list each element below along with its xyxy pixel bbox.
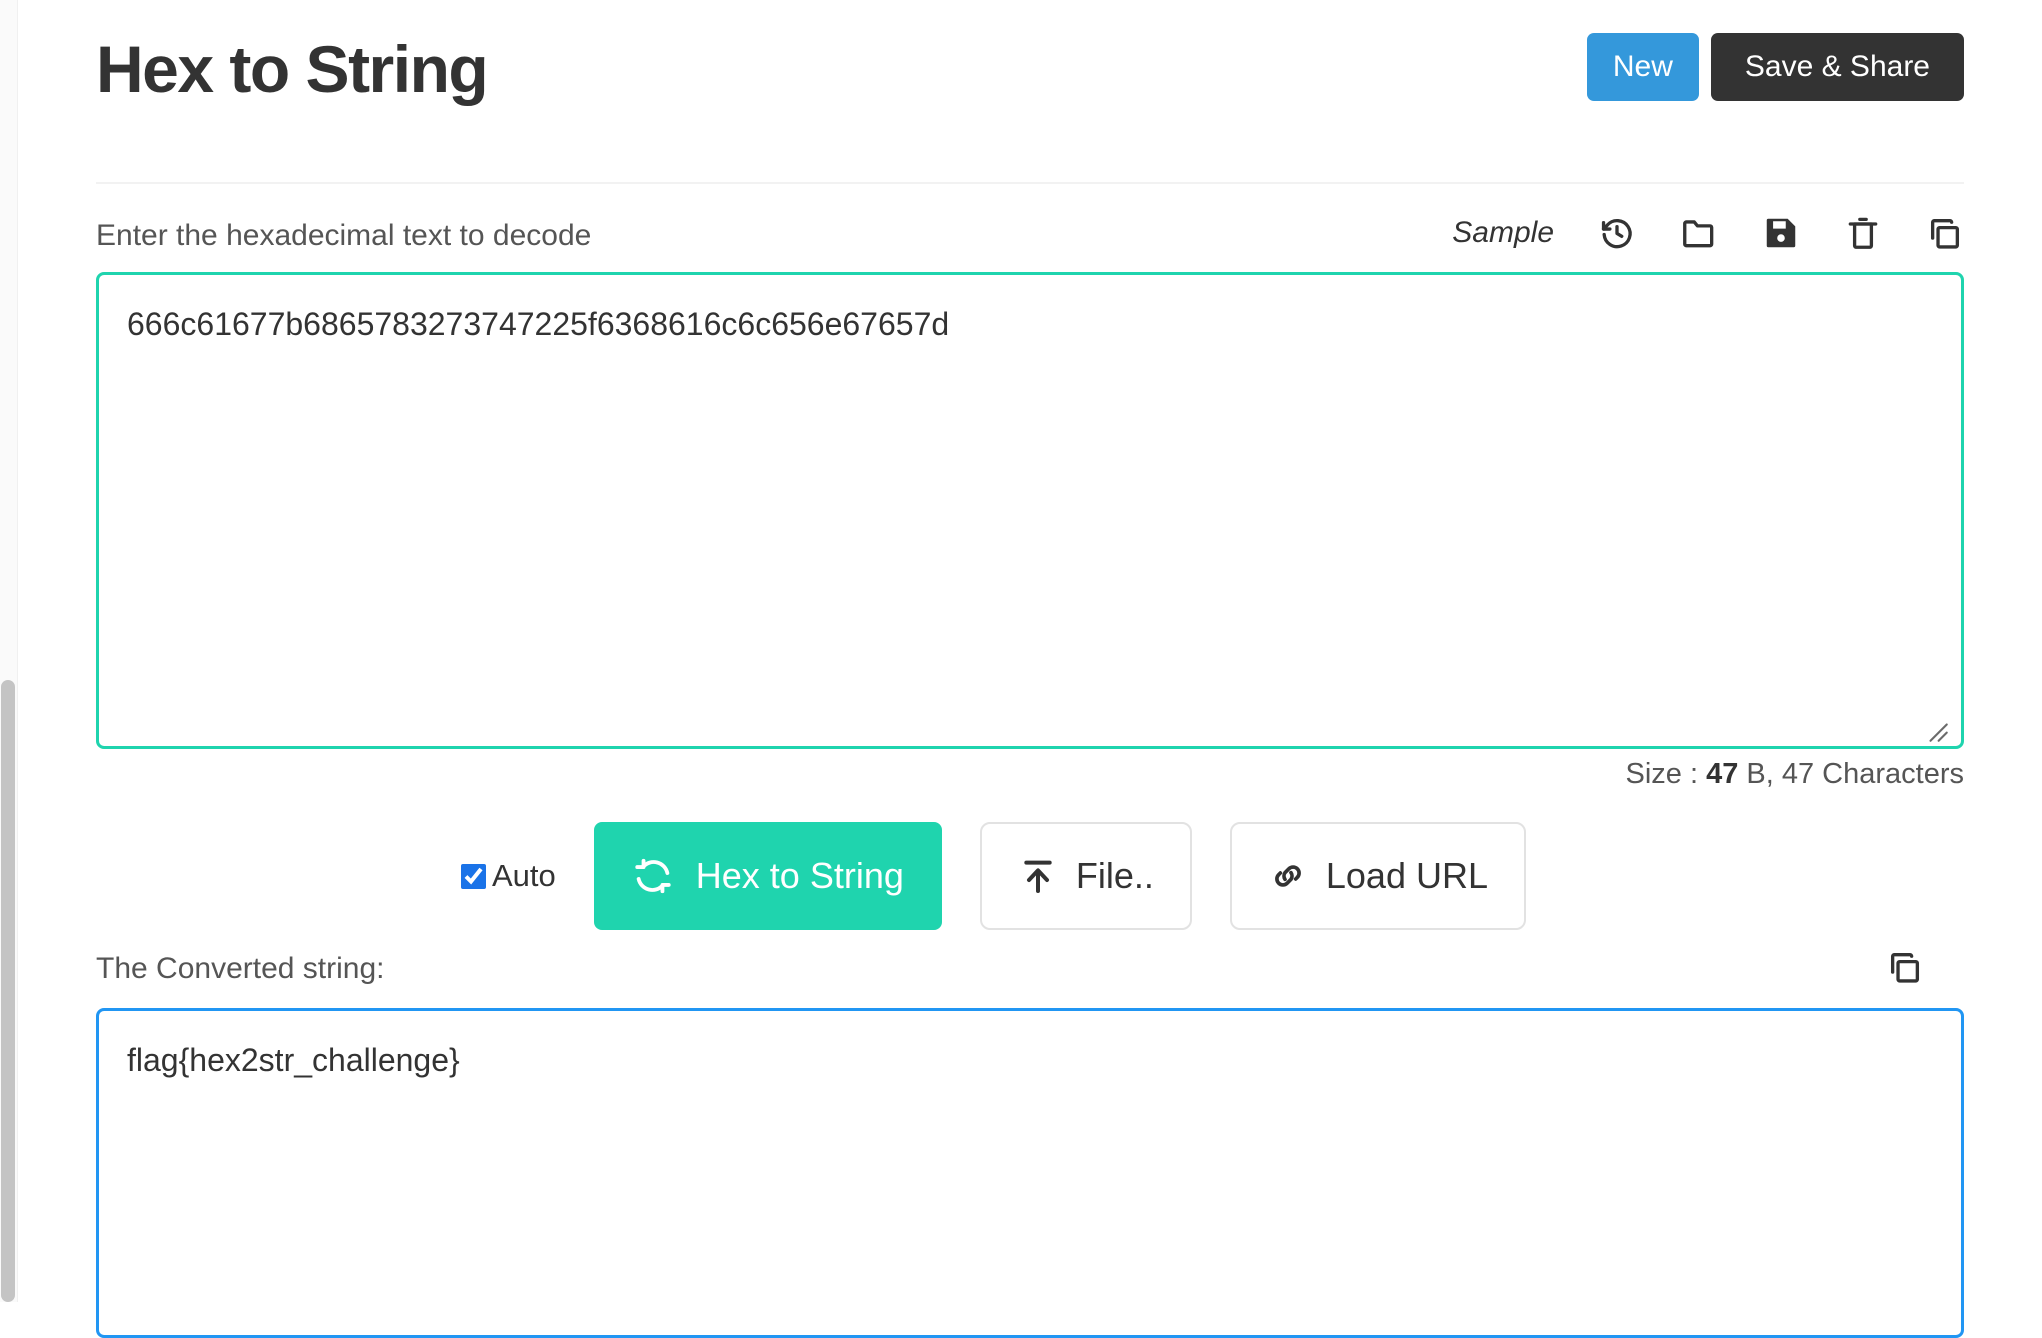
action-buttons-row: Auto Hex to String File.. Load URL bbox=[96, 822, 1964, 930]
size-prefix: Size : bbox=[1625, 758, 1707, 790]
size-suffix: B, 47 Characters bbox=[1738, 758, 1964, 790]
page-title: Hex to String bbox=[96, 32, 489, 106]
output-label: The Converted string: bbox=[96, 952, 385, 985]
file-button-label: File.. bbox=[1075, 855, 1154, 896]
header-actions: New Save & Share bbox=[1586, 33, 1964, 101]
save-and-share-button[interactable]: Save & Share bbox=[1710, 33, 1964, 101]
header-divider bbox=[96, 182, 1964, 184]
scrollbar-thumb[interactable] bbox=[1, 680, 15, 1302]
new-button[interactable]: New bbox=[1586, 33, 1699, 101]
output-copy-icon[interactable] bbox=[1886, 948, 1924, 986]
copy-icon[interactable] bbox=[1926, 214, 1964, 252]
input-toolbar-icons: Sample bbox=[1452, 214, 1964, 252]
auto-checkbox[interactable] bbox=[461, 863, 486, 889]
input-label: Enter the hexadecimal text to decode bbox=[96, 219, 592, 252]
file-upload-button[interactable]: File.. bbox=[979, 822, 1192, 930]
trash-icon[interactable] bbox=[1844, 214, 1882, 252]
convert-button-label: Hex to String bbox=[695, 855, 904, 896]
hex-input-textarea[interactable] bbox=[96, 272, 1964, 749]
load-url-button[interactable]: Load URL bbox=[1229, 822, 1526, 930]
link-icon bbox=[1268, 856, 1308, 896]
size-value: 47 bbox=[1706, 758, 1739, 790]
page-scrollbar[interactable] bbox=[0, 0, 18, 1302]
converted-string-textarea[interactable] bbox=[96, 1008, 1964, 1338]
history-icon[interactable] bbox=[1598, 214, 1636, 252]
sample-link[interactable]: Sample bbox=[1452, 216, 1554, 250]
auto-toggle[interactable]: Auto bbox=[461, 858, 556, 894]
auto-label: Auto bbox=[492, 858, 556, 893]
upload-icon bbox=[1018, 856, 1058, 896]
load-url-button-label: Load URL bbox=[1325, 855, 1488, 896]
hex-to-string-convert-button[interactable]: Hex to String bbox=[593, 822, 942, 930]
input-toolbar: Enter the hexadecimal text to decode Sam… bbox=[96, 214, 1964, 264]
folder-open-icon[interactable] bbox=[1680, 214, 1718, 252]
page-header: Hex to String New Save & Share bbox=[96, 0, 1964, 183]
input-size-info: Size : 47 B, 47 Characters bbox=[1625, 758, 1964, 791]
save-floppy-icon[interactable] bbox=[1762, 214, 1800, 252]
app-page: Hex to String New Save & Share Enter the… bbox=[18, 0, 2042, 1338]
refresh-icon bbox=[632, 855, 674, 897]
